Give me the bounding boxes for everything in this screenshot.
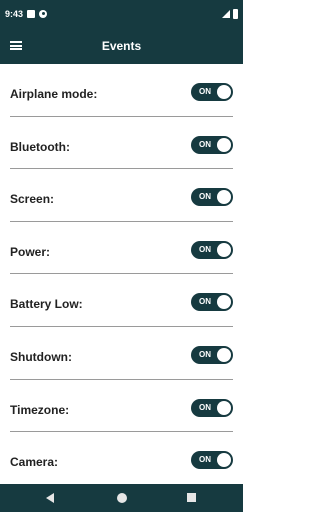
toggle-state-text: ON — [199, 192, 211, 202]
toggle-state-text: ON — [199, 455, 211, 465]
toggle-state-text: ON — [199, 349, 211, 359]
toggle-knob — [217, 347, 231, 362]
toggle-state-text: ON — [199, 297, 211, 307]
event-row-timezone: Timezone: ON — [0, 380, 243, 433]
toggle-knob — [217, 85, 231, 99]
event-label: Battery Low: — [10, 297, 83, 312]
event-row-airplane-mode: Airplane mode: ON — [0, 64, 243, 117]
toggle-knob — [217, 453, 231, 468]
event-row-power: Power: ON — [0, 222, 243, 275]
events-list: Airplane mode: ON Bluetooth: ON Screen: … — [0, 64, 243, 485]
notification-circle-icon — [39, 10, 47, 18]
toggle-knob — [217, 242, 231, 257]
event-label: Timezone: — [10, 402, 70, 417]
timezone-toggle[interactable]: ON — [191, 398, 233, 417]
event-row-bluetooth: Bluetooth: ON — [0, 117, 243, 170]
event-label: Power: — [10, 244, 51, 259]
bluetooth-toggle[interactable]: ON — [191, 135, 233, 154]
power-toggle[interactable]: ON — [191, 240, 233, 259]
event-label: Camera: — [10, 455, 59, 470]
toggle-state-text: ON — [199, 402, 211, 412]
recents-square-icon[interactable] — [187, 493, 196, 502]
shutdown-toggle[interactable]: ON — [191, 345, 233, 364]
system-nav-bar — [0, 484, 243, 512]
event-label: Bluetooth: — [10, 139, 70, 154]
notification-square-icon — [27, 10, 35, 18]
toggle-knob — [217, 190, 231, 205]
toggle-knob — [217, 400, 231, 415]
home-circle-icon[interactable] — [117, 493, 127, 503]
back-triangle-icon[interactable] — [46, 493, 54, 503]
event-row-screen: Screen: ON — [0, 169, 243, 222]
status-bar: 9:43 — [0, 0, 243, 28]
event-row-battery-low: Battery Low: ON — [0, 274, 243, 327]
toggle-knob — [217, 137, 231, 152]
toggle-knob — [217, 295, 231, 310]
signal-icon — [222, 10, 230, 18]
status-time: 9:43 — [5, 9, 24, 19]
battery-low-toggle[interactable]: ON — [191, 293, 233, 312]
event-label: Screen: — [10, 192, 55, 207]
event-label: Airplane mode: — [10, 87, 98, 101]
camera-toggle[interactable]: ON — [191, 451, 233, 470]
airplane-mode-toggle[interactable]: ON — [191, 83, 233, 101]
page-title: Events — [101, 39, 142, 53]
app-bar: Events — [0, 28, 243, 64]
event-row-shutdown: Shutdown: ON — [0, 327, 243, 380]
event-row-camera: Camera: ON — [0, 432, 243, 485]
toggle-state-text: ON — [199, 139, 211, 149]
event-label: Shutdown: — [10, 349, 72, 364]
toggle-state-text: ON — [199, 244, 211, 254]
screen-toggle[interactable]: ON — [191, 188, 233, 207]
battery-icon — [233, 9, 238, 19]
toggle-state-text: ON — [199, 87, 211, 96]
